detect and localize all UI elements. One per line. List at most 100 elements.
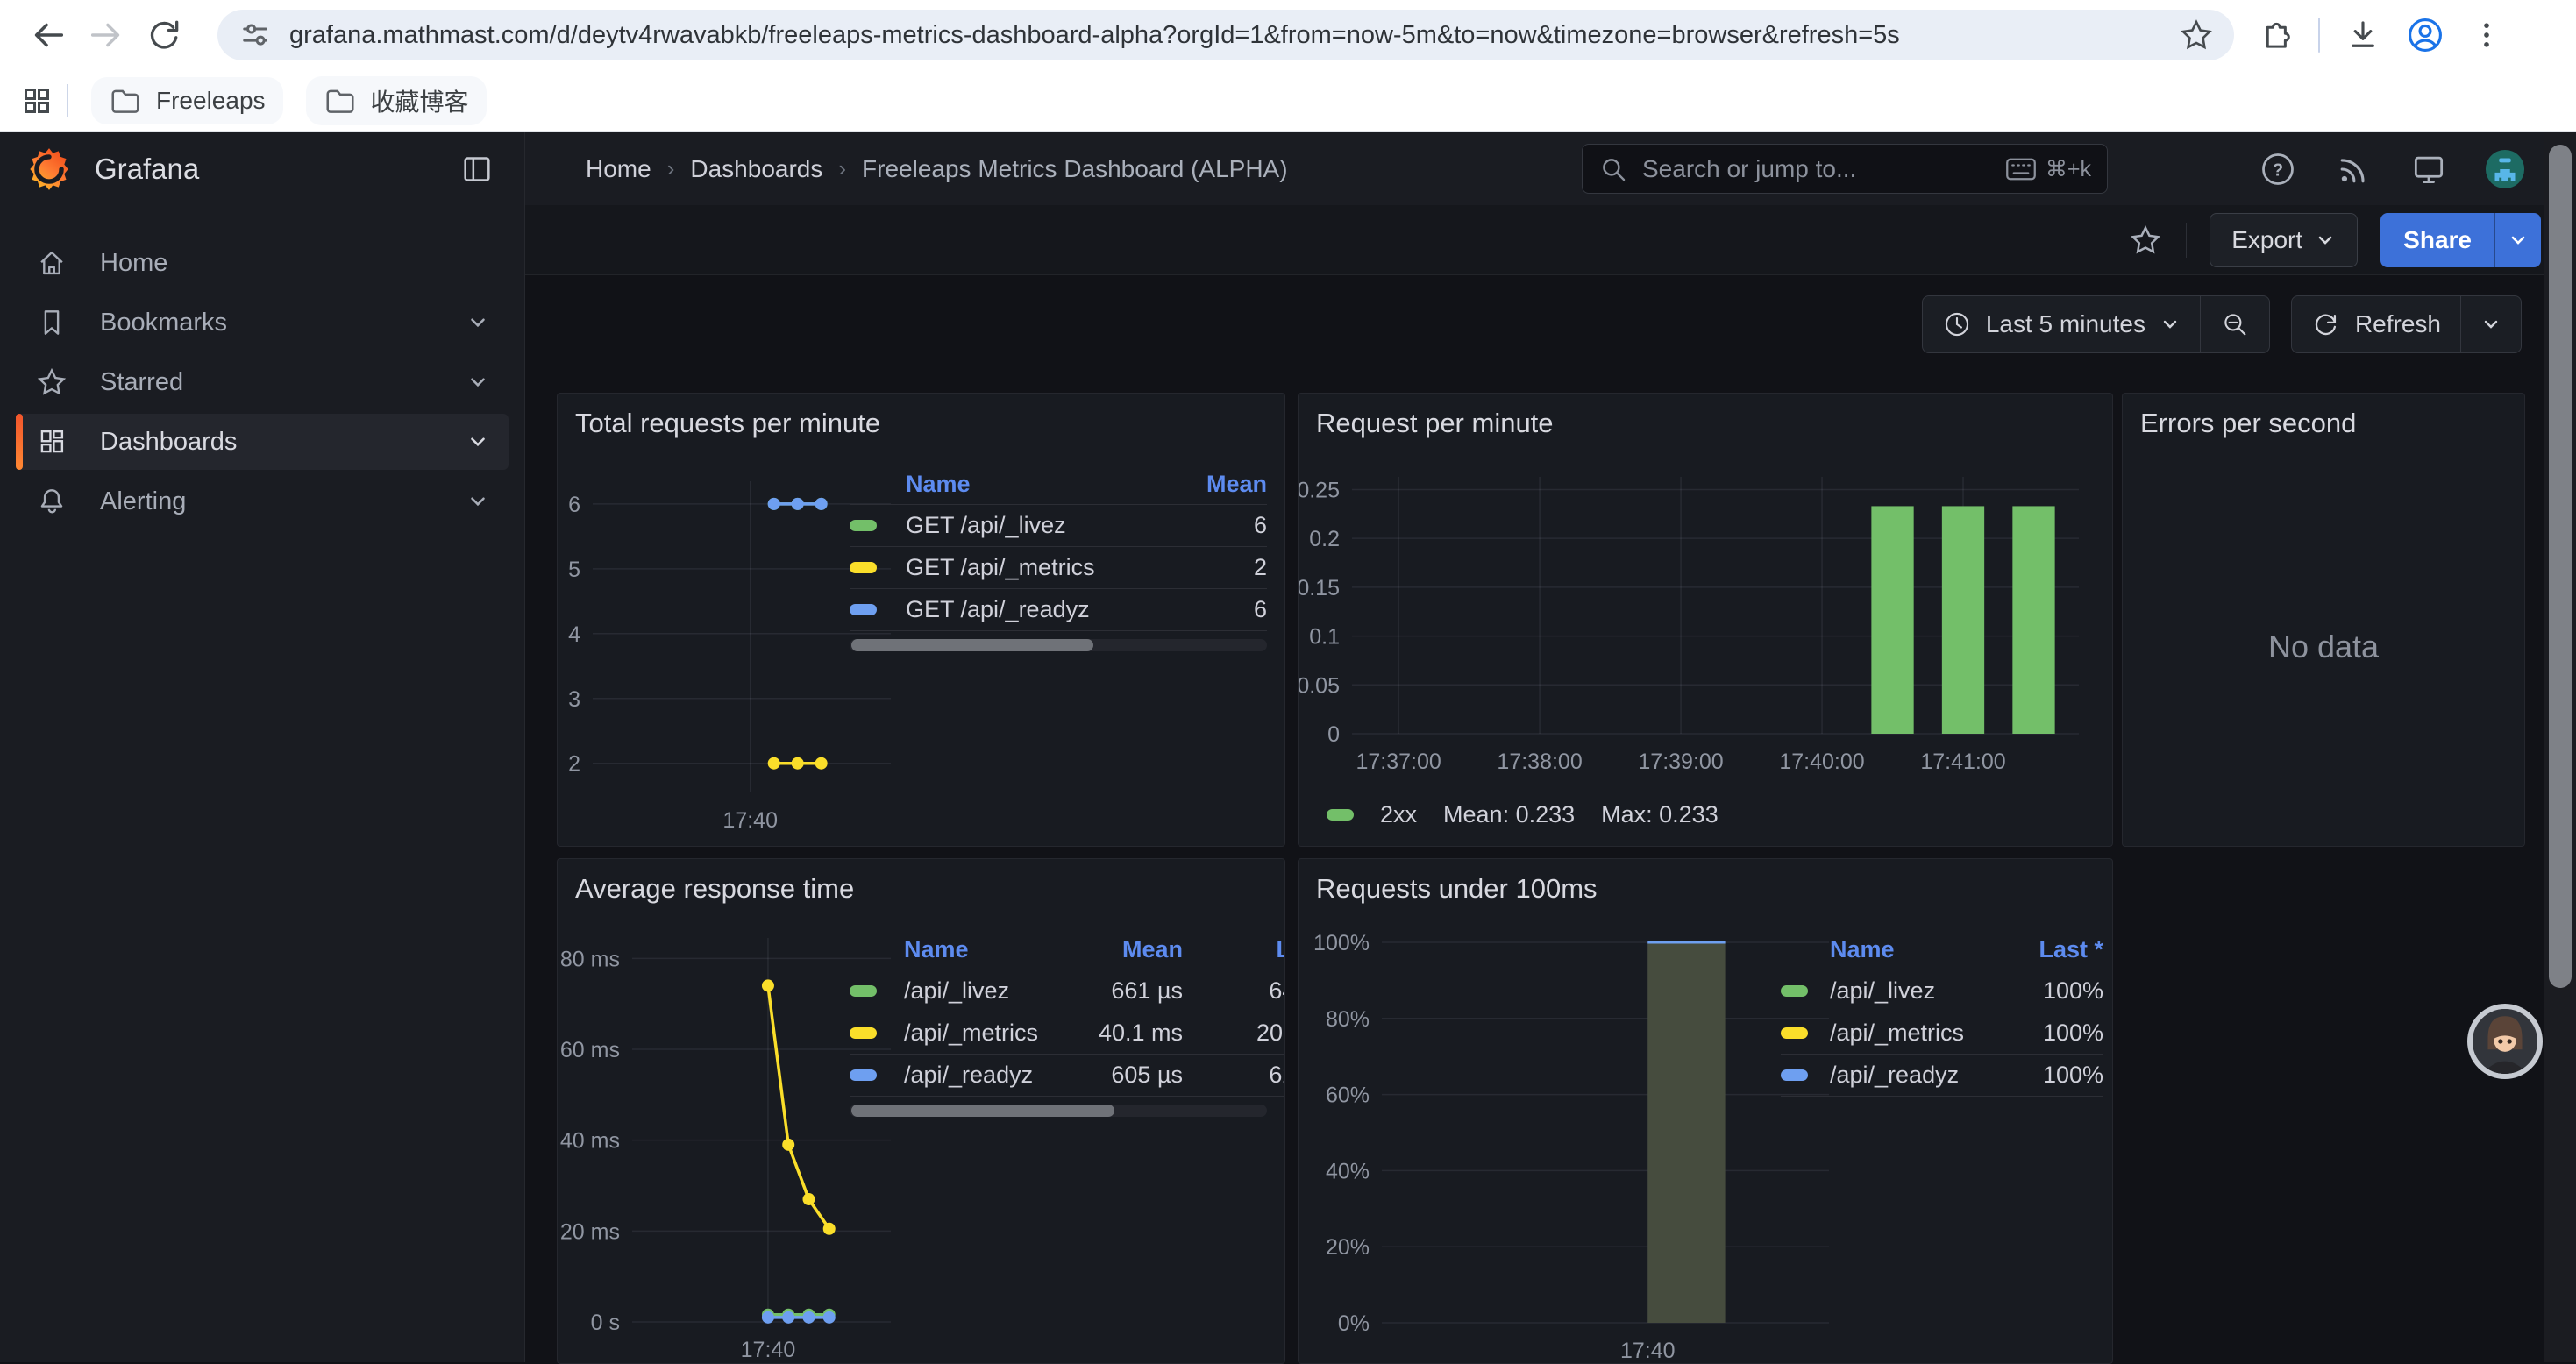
sidebar-toggle-icon[interactable] [459, 152, 495, 187]
legend-series[interactable]: 2xx [1380, 801, 1417, 828]
bookmark-star-icon[interactable] [2178, 17, 2215, 53]
legend-row[interactable]: GET /api/_metrics 2 [850, 547, 1267, 589]
svg-text:0%: 0% [1338, 1311, 1370, 1336]
breadcrumb-home[interactable]: Home [586, 155, 651, 183]
forward-button[interactable] [86, 15, 126, 55]
breadcrumb-dashboards[interactable]: Dashboards [690, 155, 822, 183]
sidebar-item-home[interactable]: Home [16, 235, 509, 291]
legend-table: Name Last * /api/_livez 100% /api/_metri… [1781, 929, 2103, 1097]
browser-chrome: grafana.mathmast.com/d/deytv4rwavabkb/fr… [0, 0, 2576, 132]
search-bar[interactable]: ⌘+k [1582, 144, 2108, 194]
legend-row[interactable]: GET /api/_livez 6 [850, 505, 1267, 547]
panel-errors-per-second[interactable]: Errors per second No data [2122, 393, 2525, 847]
legend-row[interactable]: /api/_metrics 40.1 ms 20.5 ms [850, 1012, 1285, 1055]
url-text[interactable]: grafana.mathmast.com/d/deytv4rwavabkb/fr… [289, 21, 2178, 50]
svg-text:3: 3 [568, 687, 580, 712]
breadcrumb-separator: › [667, 155, 675, 182]
series-color-pill [850, 520, 877, 531]
panel-total-requests[interactable]: Total requests per minute 6543217:40 Nam… [557, 393, 1285, 847]
svg-text:40 ms: 40 ms [560, 1129, 620, 1154]
legend-row[interactable]: /api/_readyz 605 µs 620 µs [850, 1055, 1285, 1097]
svg-text:17:37:00: 17:37:00 [1356, 749, 1441, 774]
series-color-pill [1327, 809, 1354, 821]
floating-assistant-avatar[interactable] [2467, 1004, 2543, 1079]
svg-text:4: 4 [568, 622, 580, 647]
address-bar[interactable]: grafana.mathmast.com/d/deytv4rwavabkb/fr… [217, 10, 2234, 60]
svg-text:0.2: 0.2 [1309, 527, 1340, 551]
star-dashboard-icon[interactable] [2128, 223, 2163, 258]
svg-text:80 ms: 80 ms [560, 947, 620, 971]
news-rss-icon[interactable] [2334, 150, 2373, 188]
legend-row[interactable]: /api/_livez 100% [1781, 970, 2103, 1012]
sidebar-item-starred[interactable]: Starred [16, 354, 509, 410]
svg-text:100%: 100% [1313, 931, 1370, 956]
bar-chart: 0.250.20.150.10.05017:37:0017:38:0017:39… [1299, 394, 2112, 846]
zoom-out-icon [2220, 309, 2250, 339]
panel-title[interactable]: Requests under 100ms [1316, 873, 1598, 905]
svg-text:17:41:00: 17:41:00 [1920, 749, 2005, 774]
back-button[interactable] [28, 15, 68, 55]
legend-row[interactable]: /api/_readyz 100% [1781, 1055, 2103, 1097]
header-divider [2186, 223, 2187, 258]
sidebar-item-bookmarks[interactable]: Bookmarks [16, 295, 509, 351]
svg-text:0 s: 0 s [591, 1311, 620, 1335]
legend-row[interactable]: GET /api/_readyz 6 [850, 589, 1267, 631]
panel-title[interactable]: Average response time [575, 873, 854, 905]
page-scrollbar[interactable] [2544, 132, 2576, 1362]
svg-text:17:39:00: 17:39:00 [1638, 749, 1723, 774]
grafana-logo-icon[interactable] [26, 146, 72, 192]
refresh-interval-button[interactable] [2461, 296, 2521, 352]
sidebar-item-label: Alerting [100, 487, 186, 516]
sidebar-item-alerting[interactable]: Alerting [16, 473, 509, 529]
monitor-icon[interactable] [2409, 150, 2448, 188]
series-color-pill [1781, 1069, 1808, 1081]
scrollbar-thumb[interactable] [2549, 145, 2572, 988]
no-data-message: No data [2123, 629, 2524, 665]
profile-icon[interactable] [2406, 16, 2444, 54]
legend-row[interactable]: /api/_livez 661 µs 646 µs [850, 970, 1285, 1012]
sidebar: Home Bookmarks Starred Dashboards Alerti… [0, 205, 525, 1362]
browser-menu-icon[interactable] [2469, 18, 2504, 53]
refresh-button[interactable]: Refresh [2292, 296, 2460, 352]
bookmark-folder-freeleaps[interactable]: Freeleaps [91, 77, 283, 124]
share-button[interactable]: Share [2380, 213, 2494, 267]
reload-button[interactable] [144, 15, 184, 55]
user-avatar[interactable] [2485, 149, 2525, 189]
apps-grid-icon[interactable] [19, 83, 54, 118]
avatar-girl-icon [2473, 1009, 2537, 1074]
panel-title[interactable]: Total requests per minute [575, 408, 880, 439]
time-range-picker[interactable]: Last 5 minutes [1923, 296, 2200, 352]
series-color-pill [1781, 1027, 1808, 1039]
svg-text:0.15: 0.15 [1299, 576, 1340, 600]
bookmarks-divider [67, 84, 68, 117]
search-icon [1598, 154, 1628, 184]
export-button[interactable]: Export [2210, 213, 2358, 267]
breadcrumb-separator: › [838, 155, 846, 182]
svg-text:5: 5 [568, 558, 580, 582]
panel-average-response-time[interactable]: Average response time 80 ms60 ms40 ms20 … [557, 858, 1285, 1364]
legend-header: Name Last * [1781, 929, 2103, 970]
sidebar-item-label: Bookmarks [100, 309, 227, 337]
chevron-down-icon [2480, 314, 2501, 335]
legend-scrollbar[interactable] [850, 639, 1267, 651]
site-settings-icon[interactable] [237, 17, 274, 53]
chevron-down-icon [466, 371, 489, 394]
bookmark-folder-blogs[interactable]: 收藏博客 [306, 76, 487, 125]
svg-text:20%: 20% [1326, 1235, 1370, 1260]
help-icon[interactable]: ? [2259, 150, 2297, 188]
download-icon[interactable] [2345, 17, 2381, 53]
extensions-icon[interactable] [2257, 17, 2294, 53]
panel-request-per-minute[interactable]: Request per minute 0.250.20.150.10.05017… [1298, 393, 2113, 847]
legend-scrollbar[interactable] [850, 1105, 1267, 1117]
zoom-out-button[interactable] [2201, 296, 2269, 352]
series-color-pill [850, 1027, 877, 1039]
star-icon [35, 366, 68, 399]
sidebar-item-dashboards[interactable]: Dashboards [16, 414, 509, 470]
legend-row[interactable]: /api/_metrics 100% [1781, 1012, 2103, 1055]
panel-title[interactable]: Request per minute [1316, 408, 1554, 439]
panel-requests-under-100ms[interactable]: Requests under 100ms 100%80%60%40%20%0%1… [1298, 858, 2113, 1364]
brand-name[interactable]: Grafana [95, 153, 199, 186]
share-menu-button[interactable] [2494, 213, 2541, 267]
panel-title[interactable]: Errors per second [2140, 408, 2356, 439]
search-input[interactable] [1640, 154, 2005, 184]
